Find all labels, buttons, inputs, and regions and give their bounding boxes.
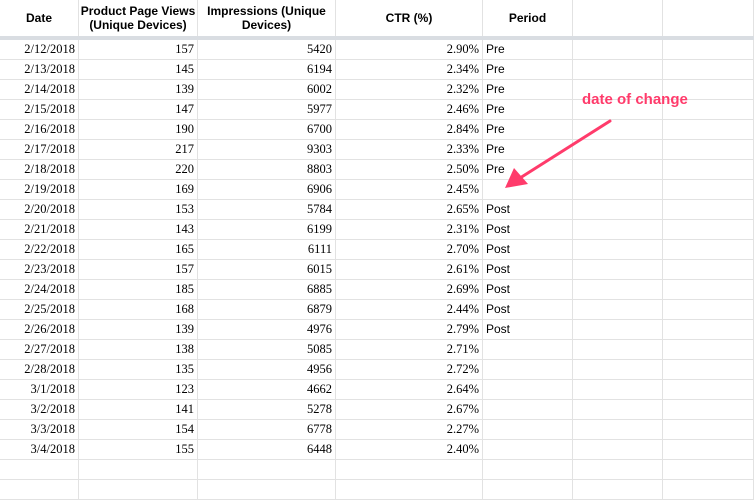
- arrow-head-icon: [505, 168, 528, 188]
- annotation-date-of-change: date of change: [582, 91, 688, 108]
- spreadsheet: Date Product Page Views (Unique Devices)…: [0, 0, 754, 500]
- arrow-shaft: [518, 119, 612, 180]
- annotation-arrow: [505, 119, 612, 188]
